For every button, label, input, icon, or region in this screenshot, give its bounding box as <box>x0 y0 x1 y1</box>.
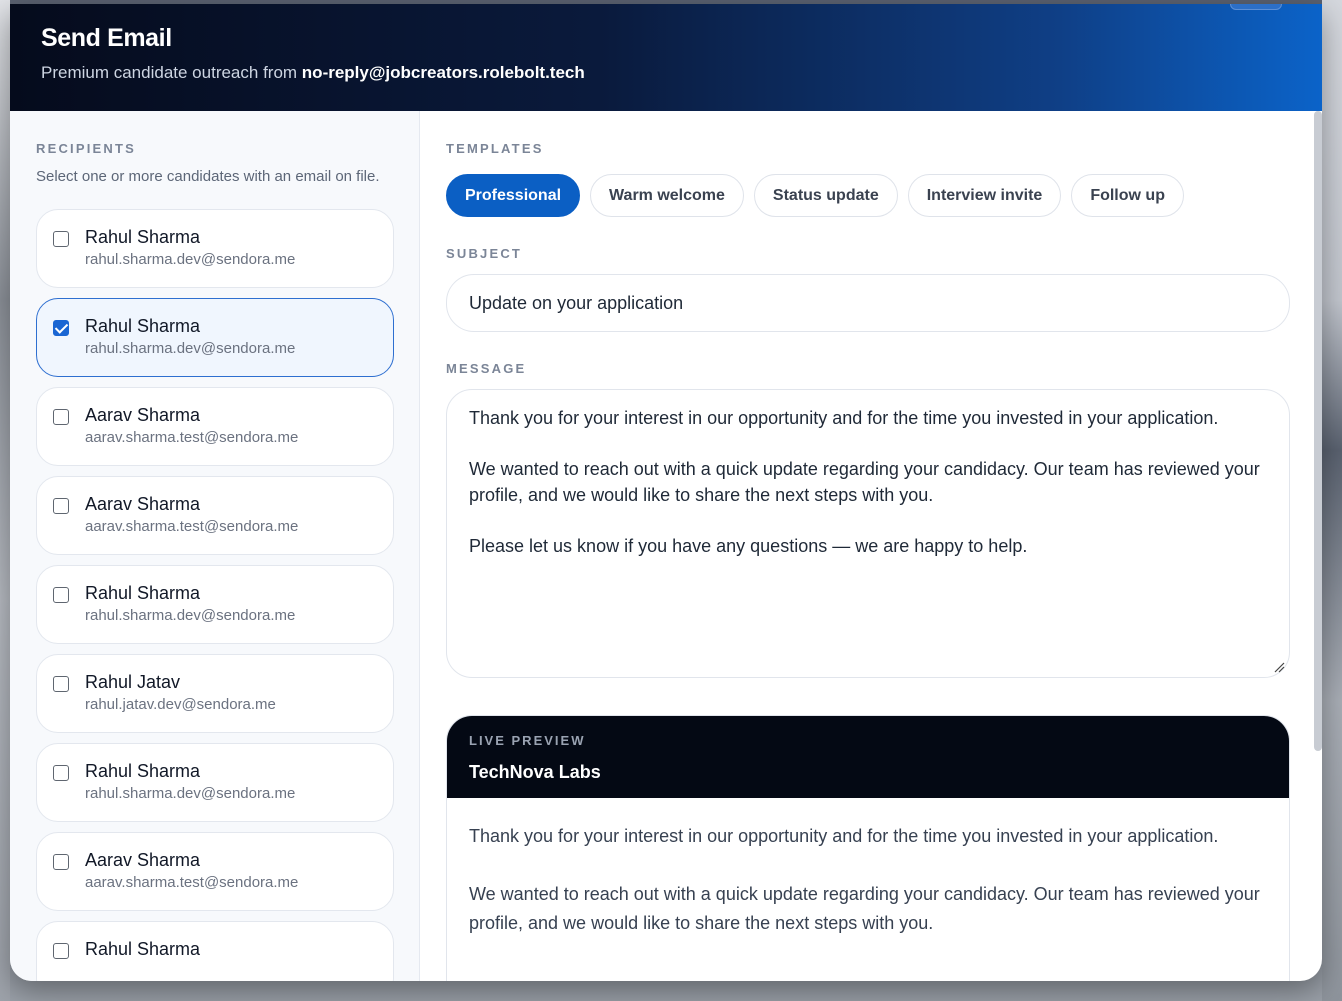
message-paragraph: Please let us know if you have any quest… <box>469 536 1028 556</box>
message-textarea[interactable]: Thank you for your interest in our oppor… <box>446 389 1290 678</box>
compose-panel: TEMPLATES Professional Warm welcome Status… <box>420 111 1322 981</box>
recipient-item[interactable]: Rahul Sharma rahul.sharma.dev@sendora.me <box>36 298 394 377</box>
subject-label: SUBJECT <box>446 246 523 261</box>
recipient-name: Aarav Sharma <box>85 494 201 514</box>
recipient-email: aarav.sharma.test@sendora.me <box>85 874 299 891</box>
recipient-name: Rahul Sharma <box>85 939 201 959</box>
recipient-checkbox[interactable] <box>53 587 69 603</box>
resize-handle-icon[interactable] <box>1273 661 1285 673</box>
recipient-email: rahul.sharma.dev@sendora.me <box>85 340 296 357</box>
modal-title: Send Email <box>41 24 172 52</box>
send-email-modal: Send Email Premium candidate outreach fr… <box>10 4 1322 981</box>
template-status-update-button[interactable]: Status update <box>753 174 898 217</box>
header-tab <box>1230 4 1282 10</box>
recipient-email: aarav.sharma.test@sendora.me <box>85 429 299 446</box>
recipient-item[interactable]: Aarav Sharma aarav.sharma.test@sendora.me <box>36 476 394 555</box>
subtitle-prefix: Premium candidate outreach from <box>41 63 298 82</box>
recipient-item[interactable]: Rahul Sharma rahul.sharma.dev@sendora.me <box>36 209 394 288</box>
template-list: Professional Warm welcome Status update Int… <box>446 174 1290 217</box>
template-professional-button[interactable]: Professional <box>446 174 581 217</box>
template-follow-up-button[interactable]: Follow up <box>1071 174 1184 217</box>
preview-paragraph: Thank you for your interest in our oppor… <box>469 826 1219 846</box>
recipient-checkbox[interactable] <box>53 854 69 870</box>
recipient-checkbox[interactable] <box>53 409 69 425</box>
message-label: MESSAGE <box>446 361 527 376</box>
recipient-name: Rahul Sharma <box>85 227 201 247</box>
recipient-item[interactable]: Aarav Sharma aarav.sharma.test@sendora.me <box>36 387 394 466</box>
recipients-help: Select one or more candidates with an em… <box>36 168 380 185</box>
recipient-checkbox[interactable] <box>53 320 69 336</box>
preview-header: LIVE PREVIEW TechNova Labs <box>447 716 1289 798</box>
template-interview-invite-button[interactable]: Interview invite <box>907 174 1062 217</box>
recipient-email: rahul.jatav.dev@sendora.me <box>85 696 276 713</box>
recipient-item[interactable]: Rahul Sharma rahul.sharma.dev@sendora.me <box>36 743 394 822</box>
recipient-email: rahul.sharma.dev@sendora.me <box>85 251 296 268</box>
sender-address: no-reply@jobcreators.rolebolt.tech <box>301 63 585 82</box>
template-warm-welcome-button[interactable]: Warm welcome <box>590 174 744 217</box>
recipients-panel: RECIPIENTS Select one or more candidates… <box>10 111 420 981</box>
recipient-item[interactable]: Aarav Sharma aarav.sharma.test@sendora.me <box>36 832 394 911</box>
recipient-item[interactable]: Rahul Sharma <box>36 921 394 981</box>
subject-input[interactable]: Update on your application <box>446 274 1290 332</box>
preview-body: Thank you for your interest in our oppor… <box>447 798 1289 981</box>
preview-label: LIVE PREVIEW <box>469 733 586 748</box>
recipient-name: Rahul Sharma <box>85 316 201 336</box>
recipient-checkbox[interactable] <box>53 943 69 959</box>
recipient-checkbox[interactable] <box>53 231 69 247</box>
modal-body: RECIPIENTS Select one or more candidates… <box>10 111 1322 981</box>
background-left <box>0 0 10 1001</box>
modal-subtitle: Premium candidate outreach from no-reply… <box>41 63 1291 83</box>
recipient-checkbox[interactable] <box>53 765 69 781</box>
scrollbar[interactable] <box>1314 111 1322 751</box>
recipient-name: Rahul Sharma <box>85 761 201 781</box>
recipient-name: Aarav Sharma <box>85 850 201 870</box>
background-right <box>1322 0 1342 1001</box>
recipient-email: rahul.sharma.dev@sendora.me <box>85 607 296 624</box>
recipients-label: RECIPIENTS <box>36 141 137 156</box>
modal-header: Send Email Premium candidate outreach fr… <box>10 4 1322 111</box>
recipient-list: Rahul Sharma rahul.sharma.dev@sendora.me R… <box>36 209 394 981</box>
recipient-item[interactable]: Rahul Sharma rahul.sharma.dev@sendora.me <box>36 565 394 644</box>
recipient-checkbox[interactable] <box>53 676 69 692</box>
recipient-name: Aarav Sharma <box>85 405 201 425</box>
preview-company: TechNova Labs <box>469 762 601 782</box>
recipient-name: Rahul Jatav <box>85 672 181 692</box>
templates-label: TEMPLATES <box>446 141 544 156</box>
recipient-email: rahul.sharma.dev@sendora.me <box>85 785 296 802</box>
recipient-name: Rahul Sharma <box>85 583 201 603</box>
preview-paragraph: We wanted to reach out with a quick upda… <box>469 884 1260 933</box>
recipient-item[interactable]: Rahul Jatav rahul.jatav.dev@sendora.me <box>36 654 394 733</box>
recipient-checkbox[interactable] <box>53 498 69 514</box>
recipient-email: aarav.sharma.test@sendora.me <box>85 518 299 535</box>
live-preview: LIVE PREVIEW TechNova Labs Thank you for… <box>446 715 1290 981</box>
message-paragraph: Thank you for your interest in our oppor… <box>469 408 1219 428</box>
message-paragraph: We wanted to reach out with a quick upda… <box>469 459 1260 505</box>
